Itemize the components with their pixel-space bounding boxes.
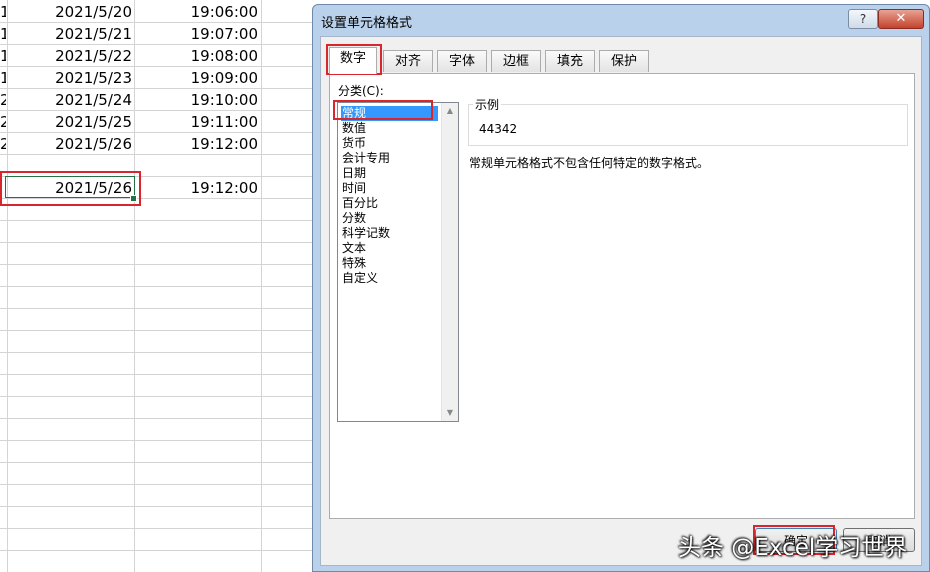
category-item[interactable]: 文本 [341,241,438,256]
scroll-up-icon[interactable]: ▲ [442,103,458,119]
time-cell[interactable]: 19:07:00 [136,23,258,45]
time-cell[interactable]: 19:12:00 [136,133,258,155]
category-item[interactable]: 日期 [341,166,438,181]
tab-alignment[interactable]: 对齐 [383,50,433,72]
category-item[interactable]: 数值 [341,121,438,136]
time-cell[interactable]: 19:11:00 [136,111,258,133]
selected-time-cell[interactable]: 19:12:00 [136,177,258,199]
format-cells-dialog: 设置单元格格式 ? ✕ 数字 对齐 字体 边框 填充 保护 分类(C): 常规 … [312,4,930,572]
time-cell[interactable]: 19:09:00 [136,67,258,89]
time-cell[interactable]: 19:08:00 [136,45,258,67]
row-number[interactable]: 18 [0,45,6,67]
tab-font[interactable]: 字体 [437,50,487,72]
category-item[interactable]: 百分比 [341,196,438,211]
highlight-box [0,171,141,206]
sample-group: 示例 44342 [468,96,908,146]
date-cell[interactable]: 2021/5/21 [8,23,132,45]
time-cell[interactable]: 19:06:00 [136,1,258,23]
number-tab-panel: 分类(C): 常规 数值 货币 会计专用 日期 时间 百分比 分数 科学记数 文… [329,73,915,519]
row-number[interactable]: 21 [0,111,6,133]
category-item[interactable]: 分数 [341,211,438,226]
tab-fill[interactable]: 填充 [545,50,595,72]
row-number[interactable]: 19 [0,67,6,89]
listbox-scrollbar[interactable]: ▲ ▼ [441,103,458,421]
dialog-titlebar[interactable]: 设置单元格格式 ? ✕ [313,5,929,35]
category-listbox[interactable]: 常规 数值 货币 会计专用 日期 时间 百分比 分数 科学记数 文本 特殊 自定… [337,102,459,422]
scroll-down-icon[interactable]: ▼ [442,405,458,421]
tab-protection[interactable]: 保护 [599,50,649,72]
close-button[interactable]: ✕ [878,9,924,29]
row-number[interactable]: 20 [0,89,6,111]
row-number[interactable]: 22 [0,133,6,155]
category-label: 分类(C): [338,84,384,98]
category-highlight-box [333,100,433,120]
sample-label: 示例 [473,96,502,113]
row-number[interactable]: 17 [0,23,6,45]
category-item[interactable]: 时间 [341,181,438,196]
category-item[interactable]: 特殊 [341,256,438,271]
date-cell[interactable]: 2021/5/24 [8,89,132,111]
watermark: 头条 @Excel学习世界 [678,535,908,561]
time-cell[interactable]: 19:10:00 [136,89,258,111]
tab-border[interactable]: 边框 [491,50,541,72]
category-item[interactable]: 自定义 [341,271,438,286]
help-button[interactable]: ? [848,9,878,29]
category-item[interactable]: 科学记数 [341,226,438,241]
dialog-title: 设置单元格格式 [321,16,413,31]
dialog-body: 数字 对齐 字体 边框 填充 保护 分类(C): 常规 数值 货币 会计专用 日… [320,36,922,566]
tab-number[interactable]: 数字 [329,47,377,74]
sample-value: 44342 [479,122,518,136]
date-cell[interactable]: 2021/5/26 [8,133,132,155]
date-cell[interactable]: 2021/5/20 [8,1,132,23]
category-item[interactable]: 会计专用 [341,151,438,166]
row-number[interactable]: 15 [0,1,6,23]
date-cell[interactable]: 2021/5/22 [8,45,132,67]
date-cell[interactable]: 2021/5/23 [8,67,132,89]
category-item[interactable]: 货币 [341,136,438,151]
date-cell[interactable]: 2021/5/25 [8,111,132,133]
format-description: 常规单元格格式不包含任何特定的数字格式。 [469,156,710,170]
